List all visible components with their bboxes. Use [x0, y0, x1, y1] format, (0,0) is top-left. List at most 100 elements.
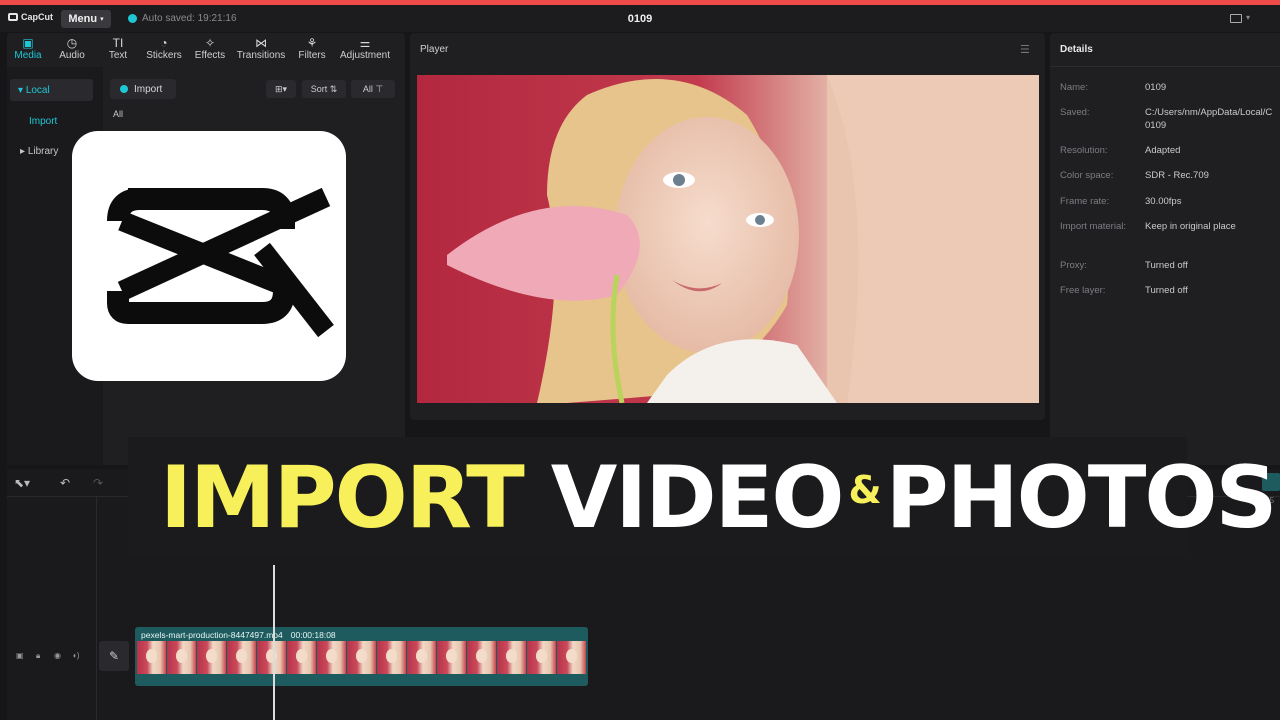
clip-thumbnail: [437, 641, 467, 674]
detail-label: Color space:: [1060, 170, 1114, 181]
tab-text[interactable]: TI Text: [95, 33, 141, 67]
all-section-label: All: [113, 109, 124, 119]
clip-thumbnail: [407, 641, 437, 674]
playhead[interactable]: [273, 565, 275, 720]
edit-cover-button[interactable]: ✎: [99, 641, 129, 671]
view-toggle-button[interactable]: ⊞▾: [266, 80, 296, 98]
detail-value: 0109: [1145, 120, 1167, 131]
detail-label: Import material:: [1060, 221, 1126, 232]
preview-photo: [417, 75, 1039, 403]
detail-label: Proxy:: [1060, 260, 1087, 271]
clip-thumbnail: [167, 641, 197, 674]
select-cursor-icon[interactable]: ⬉▾: [14, 476, 30, 490]
detail-value: Turned off: [1145, 285, 1188, 296]
tab-adjustment[interactable]: ⚌ Adjustment: [335, 33, 395, 67]
undo-icon[interactable]: ↶: [60, 476, 70, 490]
detail-value: Turned off: [1145, 260, 1188, 271]
tab-text-label: Text: [108, 50, 128, 61]
caret-right-icon: ▸: [20, 146, 26, 157]
headline-import: IMPORT: [160, 448, 525, 548]
sticker-icon: ◔: [160, 36, 168, 50]
detail-label: Frame rate:: [1060, 196, 1110, 207]
tab-stickers[interactable]: ◔ Stickers: [141, 33, 187, 67]
headline-photos: PHOTOS: [885, 448, 1278, 548]
volume-icon[interactable]: ◖): [72, 651, 80, 660]
tab-transitions[interactable]: ⋈ Transitions: [233, 33, 289, 67]
tab-audio-label: Audio: [59, 50, 85, 61]
redo-icon[interactable]: ↷: [93, 476, 103, 490]
detail-label: Free layer:: [1060, 285, 1106, 296]
player-title: Player: [420, 44, 449, 55]
tab-media[interactable]: ▣ Media: [7, 33, 49, 67]
clip-label: pexels-mart-production-8447497.mp4 00:00:…: [141, 630, 336, 640]
tool-tabs: ▣ Media ◷ Audio TI Text ◔ Stickers ✧ Eff…: [7, 33, 405, 67]
tab-media-label: Media: [14, 50, 42, 61]
clip-thumbnail: [137, 641, 167, 674]
detail-value: Adapted: [1145, 145, 1181, 156]
sidebar-item-library-label: Library: [27, 146, 59, 157]
clip-thumbnail: [377, 641, 407, 674]
import-button[interactable]: Import: [110, 79, 176, 99]
tab-filters[interactable]: ⚘ Filters: [289, 33, 335, 67]
headline-ampersand: &: [848, 468, 882, 512]
effects-icon: ✧: [204, 36, 216, 50]
detail-label: Name:: [1060, 82, 1088, 93]
project-title: 0109: [627, 13, 653, 25]
plus-circle-icon: [120, 85, 128, 93]
layout-icon[interactable]: [1230, 14, 1242, 23]
adjustment-icon: ⚌: [359, 36, 371, 50]
detail-label: Resolution:: [1060, 145, 1108, 156]
tab-audio[interactable]: ◷ Audio: [49, 33, 95, 67]
headline-video: VIDEO: [550, 448, 845, 548]
detail-value: SDR - Rec.709: [1145, 170, 1209, 181]
clip-thumbnail: [227, 641, 257, 674]
import-label: Import: [134, 83, 163, 95]
clip-duration: 00:00:18:08: [290, 630, 336, 640]
sidebar-item-import[interactable]: Import: [29, 116, 57, 127]
clip-thumbnail: [197, 641, 227, 674]
clip-thumbnail: [257, 641, 287, 674]
tab-effects[interactable]: ✧ Effects: [187, 33, 233, 67]
caret-down-icon: ▾: [18, 85, 24, 96]
filters-icon: ⚘: [306, 36, 318, 50]
clip-thumbnail: [467, 641, 497, 674]
clip-thumbnails: [137, 641, 587, 674]
eye-icon[interactable]: ◉: [54, 651, 61, 660]
detail-value: C:/Users/nm/AppData/Local/C: [1145, 107, 1273, 118]
tab-stickers-label: Stickers: [146, 50, 182, 61]
capcut-window: CapCut Menu ▾ Auto saved: 19:21:16 0109 …: [0, 0, 1280, 720]
sort-label: Sort: [310, 84, 328, 94]
clip-thumbnail: [497, 641, 527, 674]
cover-icon[interactable]: ▣: [16, 651, 24, 660]
detail-value: 0109: [1145, 82, 1167, 93]
sort-icon: ⇅: [329, 84, 338, 94]
detail-value: Keep in original place: [1145, 221, 1236, 232]
clip-thumbnail: [347, 641, 377, 674]
lock-icon[interactable]: 🔒︎: [36, 651, 40, 661]
title-bar: CapCut Menu ▾ Auto saved: 19:21:16 0109 …: [0, 5, 1280, 32]
detail-value: 30.00fps: [1145, 196, 1182, 207]
filter-all-label: All: [362, 84, 373, 94]
sort-button[interactable]: Sort ⇅: [302, 80, 346, 98]
sidebar-item-local[interactable]: ▾ Local: [10, 79, 93, 101]
menu-icon[interactable]: ☰: [1020, 43, 1030, 56]
clip-thumbnail: [557, 641, 587, 674]
player-preview-image[interactable]: [417, 75, 1039, 403]
clip-thumbnail: [527, 641, 557, 674]
pencil-icon: ✎: [108, 649, 120, 663]
clip-name: pexels-mart-production-8447497.mp4: [141, 630, 283, 640]
details-divider: [1050, 66, 1280, 67]
headline: IMPORT VIDEO &PHOTOS: [160, 430, 1278, 558]
chevron-down-icon[interactable]: ▾: [1246, 13, 1250, 22]
text-icon: TI: [112, 36, 124, 50]
sidebar-item-local-label: Local: [25, 85, 50, 96]
filter-all-button[interactable]: All ⊤: [351, 80, 395, 98]
details-panel: [1050, 33, 1280, 465]
tab-effects-label: Effects: [194, 50, 226, 61]
grid-view-icon: ⊞▾: [274, 84, 288, 94]
capcut-logo-tile: [72, 131, 346, 381]
sidebar-item-library[interactable]: ▸ Library: [20, 146, 58, 157]
detail-label: Saved:: [1060, 107, 1090, 118]
filter-icon: ⊤: [375, 84, 384, 94]
tab-adjustment-label: Adjustment: [339, 50, 391, 61]
